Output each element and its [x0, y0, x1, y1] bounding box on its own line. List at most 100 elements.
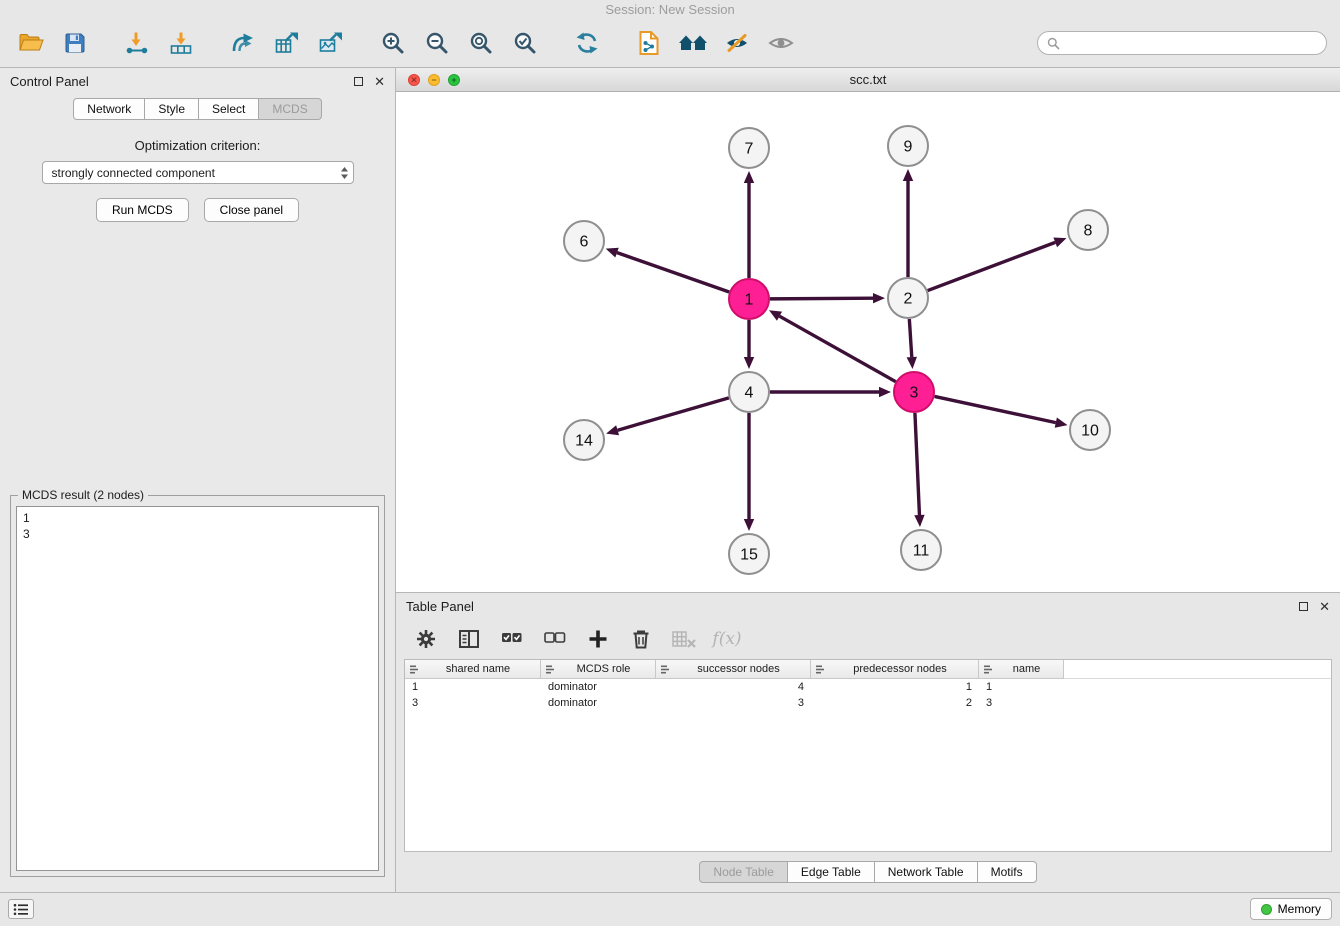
close-panel-button[interactable]: Close panel — [204, 198, 299, 222]
edge-3-11[interactable] — [915, 413, 920, 515]
tab-node-table[interactable]: Node Table — [699, 861, 788, 883]
import-table-button[interactable] — [163, 25, 199, 61]
edge-2-8[interactable] — [928, 242, 1056, 290]
open-session-button[interactable] — [13, 25, 49, 61]
edge-3-1[interactable] — [779, 316, 895, 382]
node-6[interactable]: 6 — [564, 221, 604, 261]
mcds-result-list[interactable]: 13 — [16, 506, 379, 871]
export-table-icon — [274, 31, 300, 55]
node-8[interactable]: 8 — [1068, 210, 1108, 250]
add-row-button[interactable] — [584, 625, 612, 653]
zoom-in-icon — [380, 31, 406, 55]
node-2[interactable]: 2 — [888, 278, 928, 318]
edge-arrow-2-9 — [903, 169, 913, 181]
optimization-criterion-select[interactable]: strongly connected component — [42, 161, 354, 184]
export-document-button[interactable] — [631, 25, 667, 61]
zoom-selected-button[interactable] — [507, 25, 543, 61]
table-settings-button[interactable] — [412, 625, 440, 653]
refresh-view-button[interactable] — [569, 25, 605, 61]
mcds-buttons-row: Run MCDS Close panel — [0, 198, 395, 222]
column-header-predecessor-nodes[interactable]: predecessor nodes — [811, 660, 979, 679]
column-header-shared-name[interactable]: shared name — [405, 660, 541, 679]
mcds-result-item[interactable]: 3 — [23, 526, 372, 542]
edge-1-6[interactable] — [617, 253, 729, 292]
column-header-mcds-role[interactable]: MCDS role — [541, 660, 656, 679]
delete-column-button[interactable] — [670, 625, 698, 653]
tab-mcds[interactable]: MCDS — [259, 98, 321, 120]
zoom-in-button[interactable] — [375, 25, 411, 61]
table-panel-header: Table Panel ✕ — [396, 593, 1340, 619]
table-cell[interactable]: 3 — [656, 695, 811, 711]
function-builder-button[interactable]: f(x) — [713, 625, 741, 653]
table-cell[interactable]: 1 — [811, 679, 979, 695]
delete-row-button[interactable] — [627, 625, 655, 653]
maximize-window-button[interactable]: + — [448, 74, 460, 86]
edge-2-3[interactable] — [909, 319, 911, 357]
table-row[interactable]: 1dominator411 — [405, 679, 1331, 695]
node-4[interactable]: 4 — [729, 372, 769, 412]
mcds-result-item[interactable]: 1 — [23, 510, 372, 526]
edge-4-14[interactable] — [618, 398, 729, 430]
status-menu-button[interactable] — [8, 899, 34, 919]
table-panel-close-button[interactable]: ✕ — [1319, 600, 1330, 613]
tab-network[interactable]: Network — [73, 98, 145, 120]
table-cell[interactable]: 2 — [811, 695, 979, 711]
save-session-button[interactable] — [57, 25, 93, 61]
control-panel-close-button[interactable]: ✕ — [374, 75, 385, 88]
home-layout-button[interactable] — [675, 25, 711, 61]
column-header-name[interactable]: name — [979, 660, 1064, 679]
edge-3-10[interactable] — [935, 396, 1056, 422]
list-icon — [13, 903, 29, 916]
node-11[interactable]: 11 — [901, 530, 941, 570]
table-cell[interactable]: 3 — [405, 695, 541, 711]
control-panel-float-button[interactable] — [354, 77, 363, 86]
minimize-window-button[interactable]: − — [428, 74, 440, 86]
table-cell[interactable]: dominator — [541, 679, 656, 695]
table-cell[interactable]: 1 — [405, 679, 541, 695]
node-14[interactable]: 14 — [564, 420, 604, 460]
tab-motifs[interactable]: Motifs — [978, 861, 1037, 883]
edge-1-2[interactable] — [770, 298, 873, 299]
export-network-button[interactable] — [225, 25, 261, 61]
network-canvas[interactable]: 7 9 6 8 1 2 4 3 14 10 15 11 — [396, 92, 1340, 592]
node-10[interactable]: 10 — [1070, 410, 1110, 450]
node-label-9: 9 — [904, 139, 913, 156]
export-table-button[interactable] — [269, 25, 305, 61]
tab-network-table[interactable]: Network Table — [875, 861, 978, 883]
search-input[interactable] — [1065, 36, 1317, 50]
tab-style[interactable]: Style — [145, 98, 199, 120]
table-row[interactable]: 3dominator323 — [405, 695, 1331, 711]
node-9[interactable]: 9 — [888, 126, 928, 166]
edge-arrow-3-10 — [1055, 418, 1068, 428]
delete-column-icon — [671, 628, 697, 650]
tab-select[interactable]: Select — [199, 98, 259, 120]
export-image-button[interactable] — [313, 25, 349, 61]
zoom-out-button[interactable] — [419, 25, 455, 61]
zoom-fit-button[interactable] — [463, 25, 499, 61]
node-label-15: 15 — [740, 547, 758, 564]
table-panel-title: Table Panel — [406, 599, 1299, 614]
node-7[interactable]: 7 — [729, 128, 769, 168]
node-1[interactable]: 1 — [729, 279, 769, 319]
close-window-button[interactable]: ✕ — [408, 74, 420, 86]
import-network-button[interactable] — [119, 25, 155, 61]
node-3[interactable]: 3 — [894, 372, 934, 412]
show-hide-details-button[interactable] — [763, 25, 799, 61]
toolbar-group-view — [631, 25, 799, 61]
memory-button[interactable]: Memory — [1250, 898, 1332, 920]
column-header-successor-nodes[interactable]: successor nodes — [656, 660, 811, 679]
unselect-all-button[interactable] — [541, 625, 569, 653]
search-box[interactable] — [1037, 31, 1327, 55]
table-panel-float-button[interactable] — [1299, 602, 1308, 611]
table-cell[interactable]: dominator — [541, 695, 656, 711]
memory-label: Memory — [1278, 902, 1321, 916]
style-details-button[interactable] — [719, 25, 755, 61]
column-panel-button[interactable] — [455, 625, 483, 653]
table-cell[interactable]: 1 — [979, 679, 1064, 695]
table-cell[interactable]: 3 — [979, 695, 1064, 711]
node-15[interactable]: 15 — [729, 534, 769, 574]
table-cell[interactable]: 4 — [656, 679, 811, 695]
run-mcds-button[interactable]: Run MCDS — [96, 198, 189, 222]
select-all-button[interactable] — [498, 625, 526, 653]
tab-edge-table[interactable]: Edge Table — [788, 861, 875, 883]
